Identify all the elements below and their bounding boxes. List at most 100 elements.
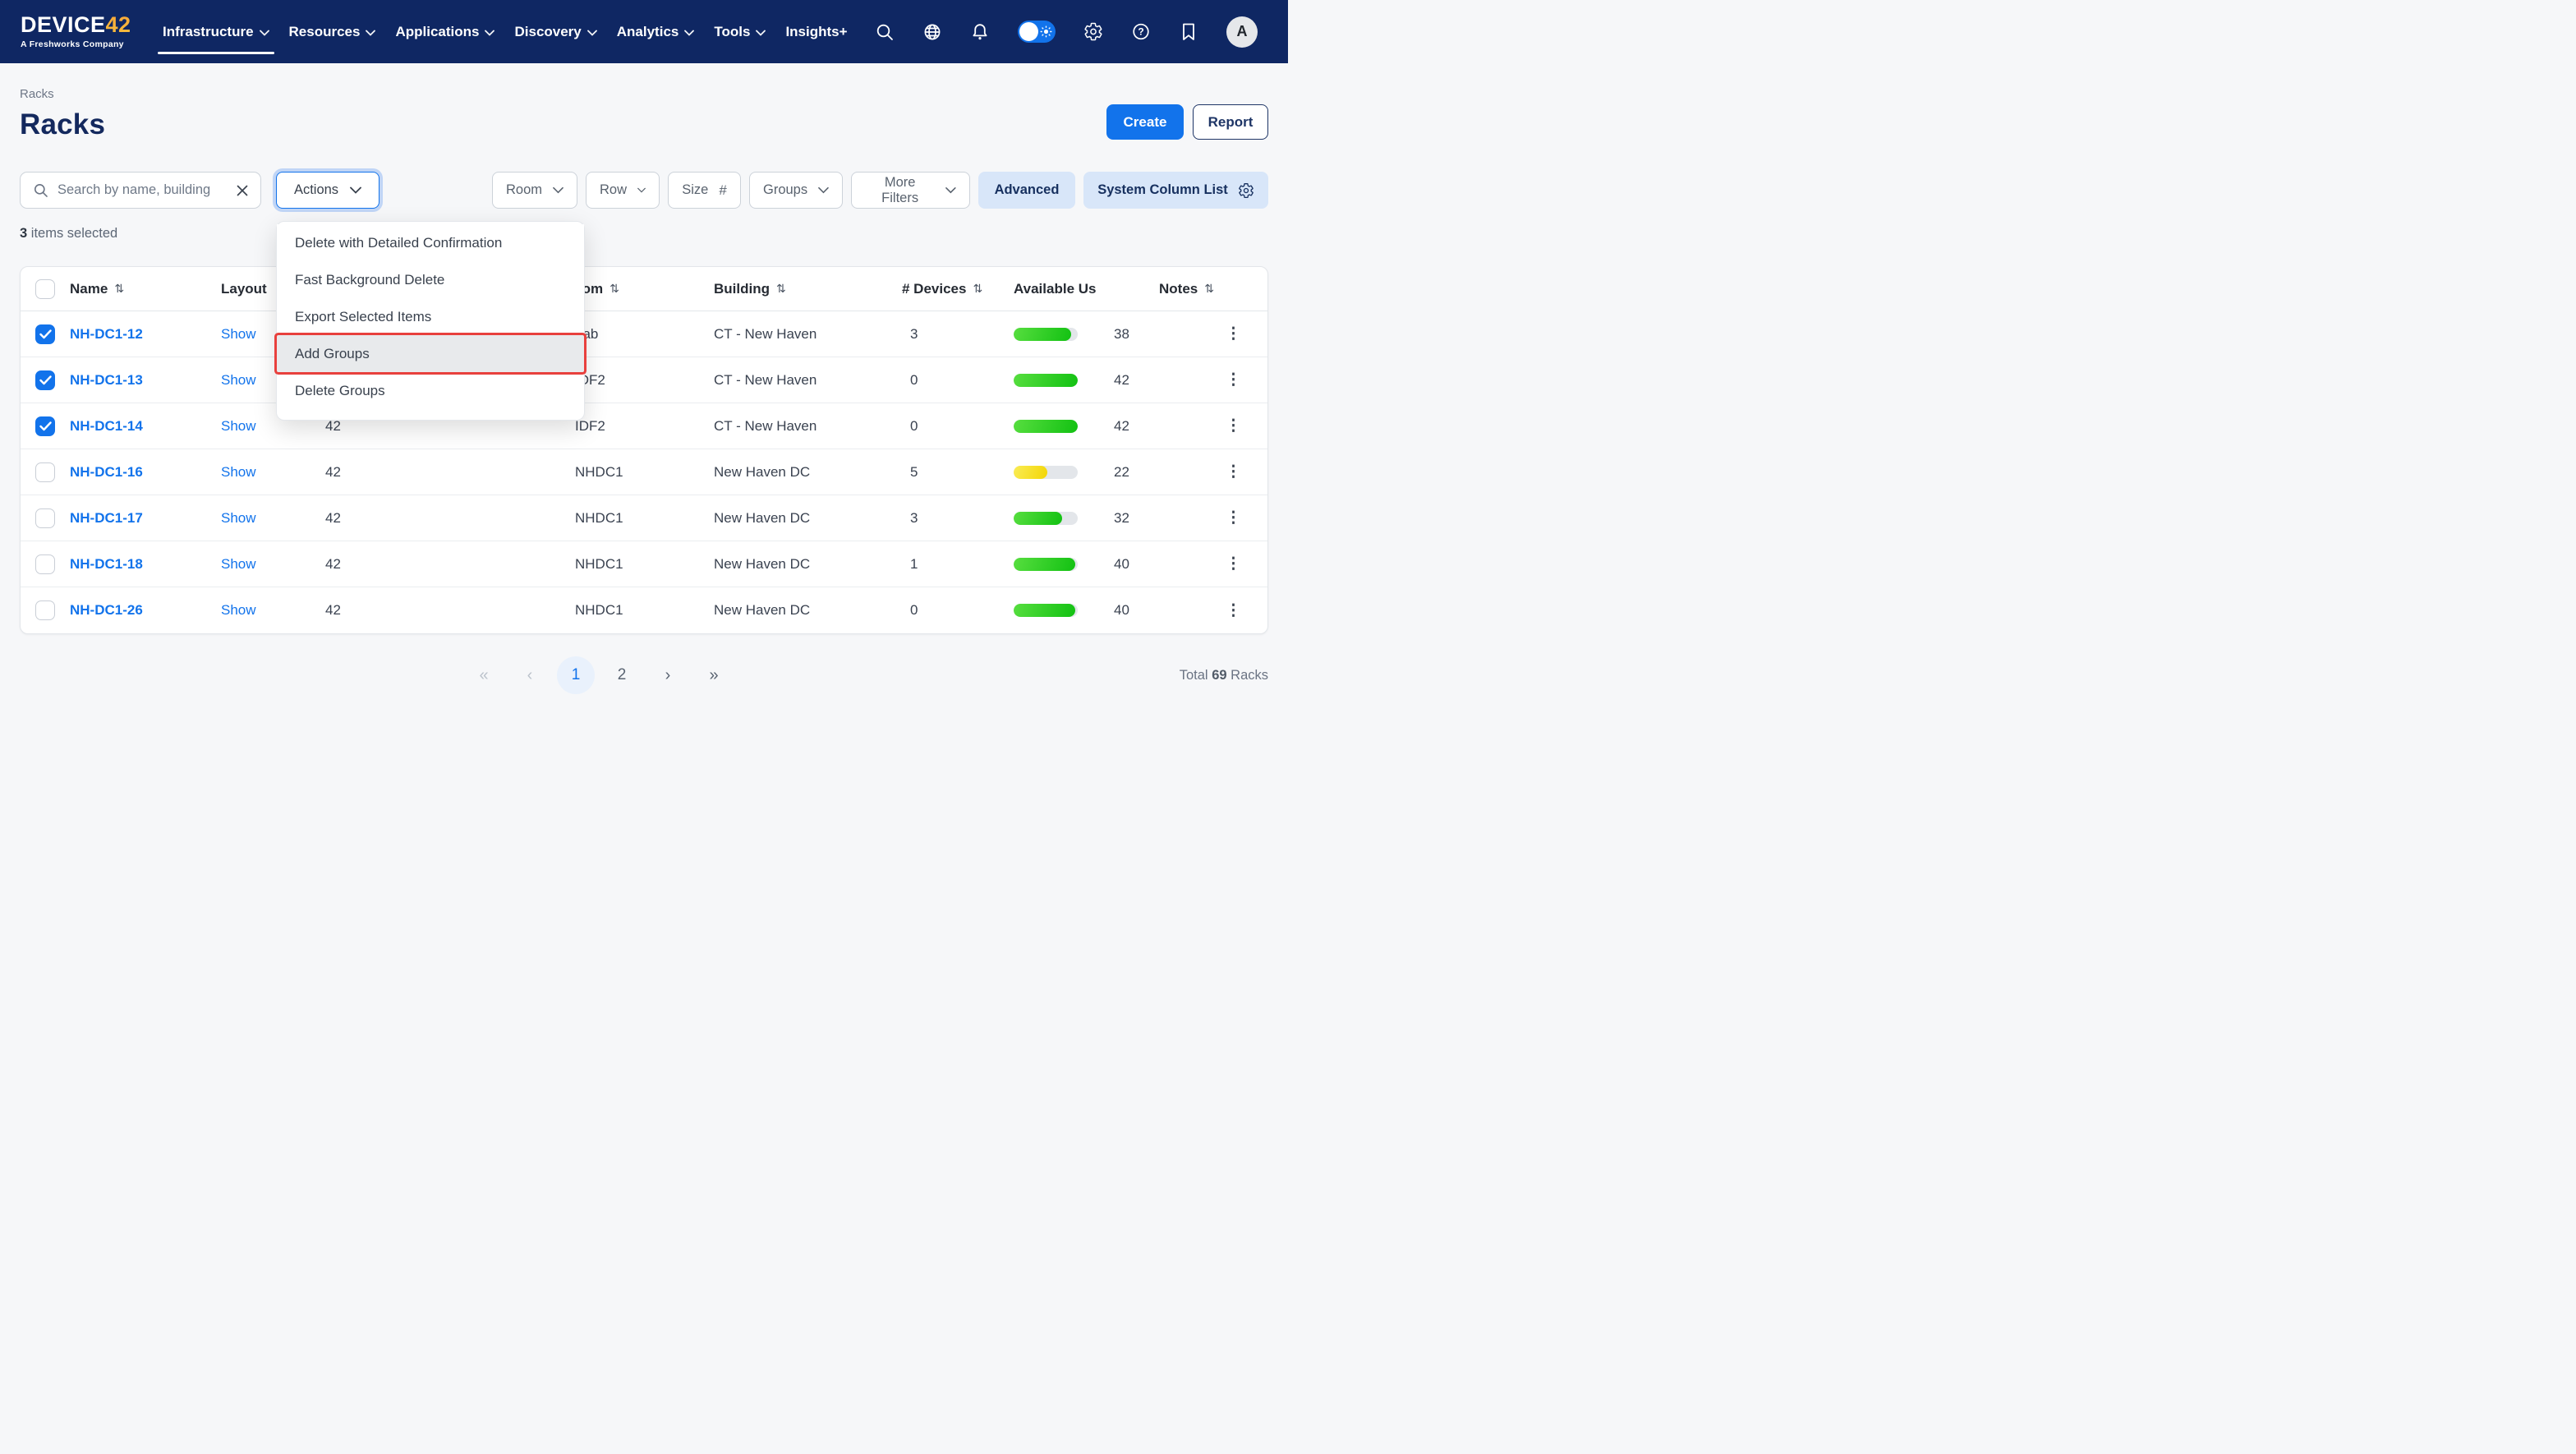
search-icon[interactable] (875, 22, 895, 42)
notifications-bell-icon[interactable] (970, 22, 990, 42)
devices-count: 0 (910, 602, 918, 618)
column-header-notes[interactable]: Notes (1144, 281, 1267, 297)
row-kebab-menu-icon[interactable] (1221, 601, 1246, 620)
racks-page: DEVICE42 A Freshworks Company Infrastruc… (0, 0, 1288, 727)
column-header-devices[interactable]: # Devices (887, 281, 999, 297)
size-value: 42 (310, 602, 549, 619)
menu-item-delete-groups[interactable]: Delete Groups (277, 372, 584, 409)
chevron-down-icon (637, 186, 646, 194)
chevron-down-icon (945, 186, 956, 194)
available-units-value: 40 (1114, 556, 1129, 573)
search-input[interactable] (58, 182, 227, 198)
rack-name-link[interactable]: NH-DC1-18 (55, 556, 206, 573)
toolbar-left: Actions (20, 172, 380, 209)
row-kebab-menu-icon[interactable] (1221, 370, 1246, 389)
row-checkbox[interactable] (35, 416, 55, 436)
column-header-available: Available Us (999, 281, 1144, 297)
nav-item-resources[interactable]: Resources (288, 0, 378, 63)
row-checkbox[interactable] (35, 600, 55, 620)
device42-logo[interactable]: DEVICE42 A Freshworks Company (21, 14, 140, 49)
last-page-icon[interactable]: » (695, 656, 733, 694)
help-icon[interactable]: ? (1131, 22, 1151, 42)
building-value: New Haven DC (699, 602, 887, 619)
row-kebab-menu-icon[interactable] (1221, 324, 1246, 343)
menu-item-fast-delete[interactable]: Fast Background Delete (277, 261, 584, 298)
next-page-icon[interactable]: › (649, 656, 687, 694)
nav-item-insights[interactable]: Insights+ (784, 0, 849, 63)
more-filters[interactable]: More Filters (851, 172, 970, 209)
pagination: « ‹ 1 2 › » (465, 656, 733, 694)
rack-name-link[interactable]: NH-DC1-26 (55, 602, 206, 619)
chevron-down-icon (684, 30, 694, 36)
column-header-building[interactable]: Building (699, 281, 887, 297)
menu-item-delete-detailed[interactable]: Delete with Detailed Confirmation (277, 224, 584, 261)
user-avatar[interactable]: A (1226, 16, 1258, 48)
available-units-value: 22 (1114, 464, 1129, 481)
toggle-knob (1019, 22, 1038, 41)
theme-toggle[interactable] (1018, 21, 1056, 43)
menu-item-add-groups[interactable]: Add Groups (277, 335, 584, 372)
create-button[interactable]: Create (1106, 104, 1184, 140)
row-checkbox[interactable] (35, 462, 55, 482)
first-page-icon[interactable]: « (465, 656, 503, 694)
nav-item-analytics[interactable]: Analytics (615, 0, 697, 63)
nav-item-applications[interactable]: Applications (393, 0, 496, 63)
room-value: NHDC1 (549, 602, 699, 619)
nav-right-icons: ? A (875, 16, 1258, 48)
clear-search-icon[interactable] (236, 184, 249, 197)
layout-show-link[interactable]: Show (206, 510, 310, 527)
nav-item-infrastructure[interactable]: Infrastructure (161, 0, 271, 63)
rack-name-link[interactable]: NH-DC1-14 (55, 418, 206, 435)
row-filter[interactable]: Row (586, 172, 660, 209)
table-row: NH-DC1-14 Show 42 IDF2 CT - New Haven 0 … (21, 403, 1267, 449)
actions-dropdown-button[interactable]: Actions (276, 172, 380, 209)
room-filter[interactable]: Room (492, 172, 577, 209)
available-units-bar (1014, 420, 1078, 433)
table-row: NH-DC1-26 Show 42 NHDC1 New Haven DC 0 4… (21, 587, 1267, 633)
settings-gear-icon[interactable] (1083, 22, 1103, 42)
previous-page-icon[interactable]: ‹ (511, 656, 549, 694)
rack-name-link[interactable]: NH-DC1-12 (55, 326, 206, 343)
available-units-bar (1014, 328, 1078, 341)
system-column-list-button[interactable]: System Column List (1083, 172, 1268, 209)
row-checkbox[interactable] (35, 554, 55, 574)
pagination-bar: « ‹ 1 2 › » Total 69 Racks (20, 656, 1268, 695)
nav-item-tools[interactable]: Tools (712, 0, 767, 63)
gear-icon (1238, 182, 1254, 199)
chevron-down-icon (553, 186, 564, 194)
breadcrumb[interactable]: Racks (20, 87, 1268, 101)
nav-item-discovery[interactable]: Discovery (513, 0, 598, 63)
layout-show-link[interactable]: Show (206, 464, 310, 481)
row-checkbox[interactable] (35, 508, 55, 528)
row-checkbox[interactable] (35, 370, 55, 390)
building-value: New Haven DC (699, 464, 887, 481)
groups-filter[interactable]: Groups (749, 172, 843, 209)
page-2-button[interactable]: 2 (603, 656, 641, 694)
layout-show-link[interactable]: Show (206, 556, 310, 573)
row-kebab-menu-icon[interactable] (1221, 462, 1246, 481)
svg-text:?: ? (1138, 26, 1143, 38)
rack-name-link[interactable]: NH-DC1-13 (55, 372, 206, 389)
row-checkbox[interactable] (35, 324, 55, 344)
page-1-button[interactable]: 1 (557, 656, 595, 694)
row-kebab-menu-icon[interactable] (1221, 508, 1246, 527)
size-filter[interactable]: Size# (668, 172, 741, 209)
select-all-checkbox[interactable] (35, 279, 55, 299)
report-button[interactable]: Report (1193, 104, 1268, 140)
available-units-value: 32 (1114, 510, 1129, 527)
globe-icon[interactable] (922, 22, 942, 42)
toolbar-right: Room Row Size# Groups More Filters Advan… (492, 172, 1268, 209)
layout-show-link[interactable]: Show (206, 602, 310, 619)
chevron-down-icon (260, 30, 269, 36)
bookmark-icon[interactable] (1179, 22, 1198, 42)
rack-name-link[interactable]: NH-DC1-16 (55, 464, 206, 481)
top-navbar: DEVICE42 A Freshworks Company Infrastruc… (0, 0, 1288, 63)
advanced-button[interactable]: Advanced (978, 172, 1075, 209)
column-header-name[interactable]: Name (55, 281, 206, 297)
menu-item-export-selected[interactable]: Export Selected Items (277, 298, 584, 335)
row-kebab-menu-icon[interactable] (1221, 416, 1246, 435)
row-kebab-menu-icon[interactable] (1221, 554, 1246, 573)
chevron-down-icon (485, 30, 494, 36)
rack-name-link[interactable]: NH-DC1-17 (55, 510, 206, 527)
devices-count: 1 (910, 556, 918, 572)
